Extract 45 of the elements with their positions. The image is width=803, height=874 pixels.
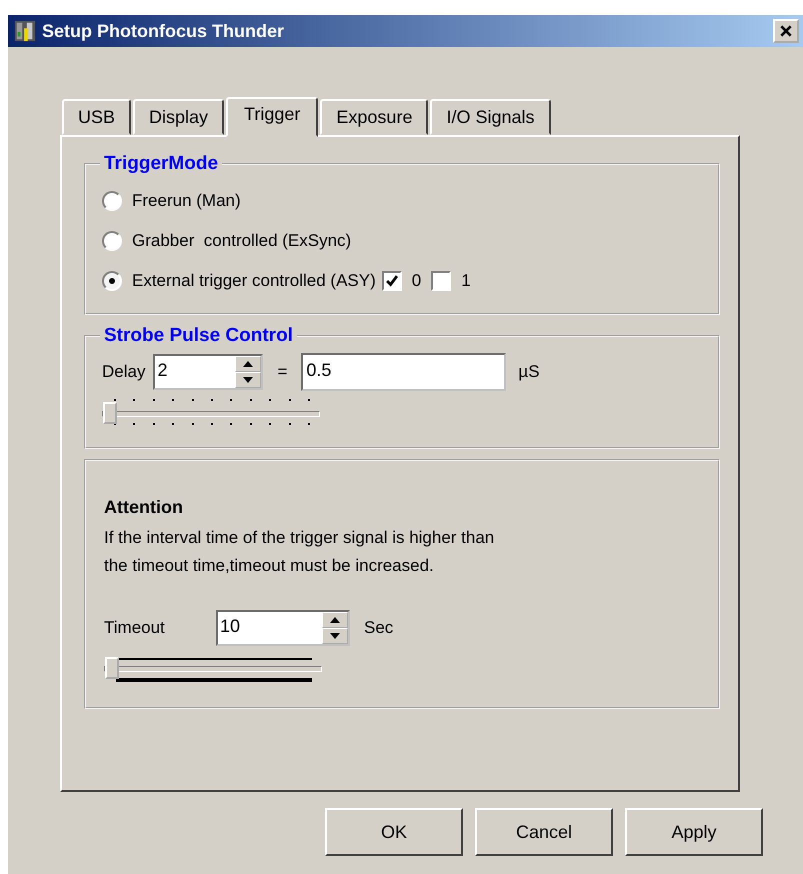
checkbox[interactable] bbox=[431, 271, 452, 291]
down-arrow-icon bbox=[330, 633, 340, 639]
checkbox-label: 0 bbox=[412, 271, 422, 291]
timeout-label: Timeout bbox=[104, 618, 166, 638]
radio-button[interactable] bbox=[102, 231, 122, 251]
checkbox-label: 1 bbox=[461, 271, 471, 291]
close-button[interactable] bbox=[773, 19, 799, 43]
timeout-spin-field[interactable]: 10 bbox=[216, 610, 350, 646]
slider-thumb[interactable] bbox=[105, 657, 119, 679]
radio-button[interactable] bbox=[102, 191, 122, 211]
unit-label: µS bbox=[518, 362, 540, 382]
checkbox[interactable] bbox=[382, 271, 402, 291]
spin-down-button[interactable] bbox=[322, 628, 348, 644]
dialog-button[interactable]: Apply bbox=[625, 808, 763, 856]
attention-message: If the interval time of the trigger signal is higher than the timeout time,timeout must be increased. bbox=[104, 527, 496, 577]
radio-label: Freerun (Man) bbox=[132, 191, 241, 211]
window-title: Setup Photonfocus Thunder bbox=[42, 20, 285, 42]
down-arrow-icon bbox=[243, 377, 254, 383]
attention-title: Attention bbox=[104, 497, 184, 518]
close-icon bbox=[779, 24, 793, 38]
dialog-button[interactable]: Cancel bbox=[475, 808, 613, 856]
spin-down-button[interactable] bbox=[235, 372, 262, 388]
tab[interactable]: I/O Signals bbox=[430, 99, 550, 135]
tab[interactable]: Display bbox=[133, 99, 224, 135]
result-field[interactable]: 0.5 bbox=[301, 353, 506, 391]
group-title: Strobe Pulse Control bbox=[103, 325, 294, 347]
up-arrow-icon bbox=[243, 361, 254, 367]
group-title: TriggerMode bbox=[103, 153, 220, 175]
equals-sign: = bbox=[277, 362, 288, 382]
camera-icon bbox=[14, 19, 36, 43]
delay-label: Delay bbox=[102, 362, 146, 382]
spin-up-button[interactable] bbox=[322, 612, 348, 628]
timeout-slider[interactable] bbox=[104, 658, 322, 682]
up-arrow-icon bbox=[330, 617, 340, 623]
tab[interactable]: Trigger bbox=[226, 97, 318, 137]
dialog-button[interactable]: OK bbox=[325, 808, 463, 856]
radio-button[interactable] bbox=[102, 271, 122, 291]
unit-label: Sec bbox=[364, 618, 394, 638]
radio-label: Grabber controlled (ExSync) bbox=[132, 231, 352, 251]
tab[interactable]: Exposure bbox=[320, 99, 428, 135]
tab[interactable]: USB bbox=[62, 99, 132, 135]
spin-up-button[interactable] bbox=[235, 356, 262, 372]
slider-thumb[interactable] bbox=[103, 402, 117, 424]
delay-spin-field[interactable]: 2 bbox=[153, 354, 264, 390]
radio-label: External trigger controlled (ASY) bbox=[132, 271, 376, 291]
